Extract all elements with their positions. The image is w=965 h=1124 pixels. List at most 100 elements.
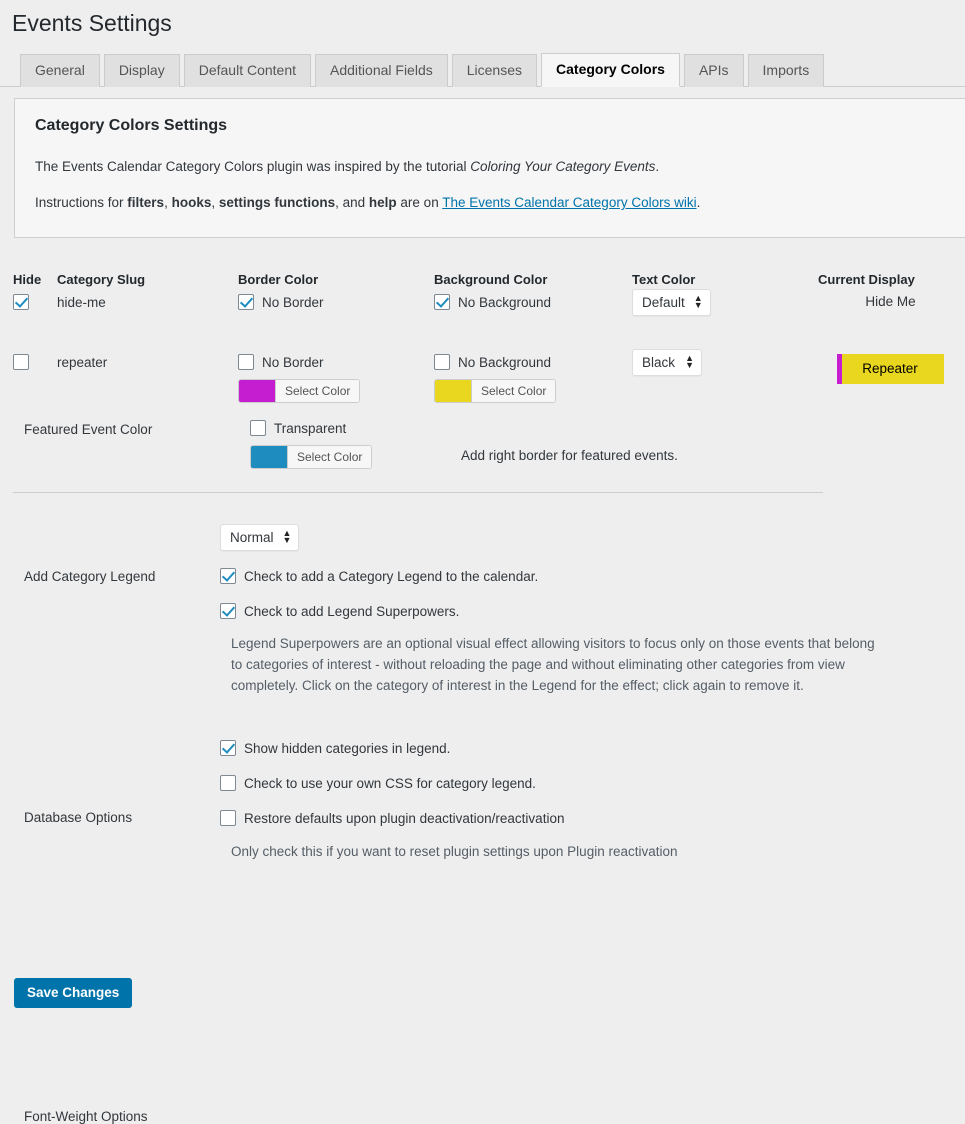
- tab-imports[interactable]: Imports: [747, 53, 825, 87]
- featured-select-color-button[interactable]: Select Color: [287, 445, 372, 468]
- tab-default-content[interactable]: Default Content: [183, 53, 312, 87]
- border-color-picker-button[interactable]: Select Color: [275, 379, 360, 402]
- header-slug: Category Slug: [57, 271, 146, 287]
- superpowers-help-text: Legend Superpowers are an optional visua…: [231, 635, 875, 693]
- no-border-checkbox-row[interactable]: No Border: [238, 293, 428, 311]
- text-color-value: Black: [642, 354, 676, 370]
- text-color-select[interactable]: Default ▲ ▼: [632, 288, 711, 316]
- no-background-label: No Background: [458, 294, 552, 310]
- no-border-checkbox[interactable]: [238, 293, 254, 310]
- featured-transparent-label: Transparent: [274, 420, 347, 436]
- border-color-picker[interactable]: Select Color: [238, 378, 361, 403]
- own-css-label: Check to use your own CSS for category l…: [244, 775, 536, 791]
- settings-tab-bar: General Display Default Content Additional …: [0, 52, 965, 87]
- font-weight-select[interactable]: Normal ▲ ▼: [220, 523, 300, 551]
- info-panel: Category Colors Settings The Events Cale…: [14, 97, 965, 238]
- info-panel-paragraph-2: Instructions for filters, hooks, setting…: [35, 193, 945, 213]
- info-bold-help: help: [368, 195, 397, 211]
- featured-color-picker[interactable]: Select Color: [250, 444, 373, 469]
- header-hide: Hide: [13, 271, 42, 287]
- info-panel-paragraph-1: The Events Calendar Category Colors plug…: [35, 157, 945, 177]
- font-weight-select-wrap: Normal ▲ ▼: [220, 523, 300, 551]
- info-bold-settings-functions: settings functions: [218, 195, 336, 211]
- page-title: Events Settings: [12, 10, 172, 36]
- current-display-text: Hide Me: [865, 293, 916, 309]
- legend-superpowers-checkbox[interactable]: [220, 602, 236, 619]
- lower-options: Font-Weight Options Normal ▲ ▼ Add Catego…: [0, 523, 965, 1124]
- own-css-checkbox[interactable]: [220, 774, 236, 791]
- featured-color-swatch[interactable]: [251, 445, 287, 468]
- tab-display[interactable]: Display: [103, 53, 180, 87]
- category-colors-table: Hide Category Slug Border Color Backgrou…: [0, 272, 965, 414]
- show-hidden-categories-label: Show hidden categories in legend.: [244, 740, 451, 756]
- border-color-picker-swatch[interactable]: [239, 379, 275, 402]
- tab-licenses[interactable]: Licenses: [451, 53, 538, 87]
- featured-note: Add right border for featured events.: [461, 447, 678, 463]
- superpowers-checkbox-row[interactable]: Check to add Legend Superpowers.: [220, 602, 460, 620]
- table-row: hide-me No Border No Background Default ▲ ▼ Hi…: [0, 288, 965, 354]
- tab-additional-fields[interactable]: Additional Fields: [315, 53, 448, 87]
- featured-event-color-control: Transparent Select Color: [250, 419, 373, 471]
- header-display: Current Display: [818, 271, 915, 287]
- section-divider: [13, 491, 823, 493]
- info-tutorial-title: Coloring Your Category Events: [470, 158, 656, 174]
- own-css-checkbox-row[interactable]: Check to use your own CSS for category l…: [220, 774, 536, 792]
- info-text-1a: The Events Calendar Category Colors plug…: [35, 158, 471, 174]
- tab-apis[interactable]: APIs: [683, 53, 744, 87]
- featured-transparent-checkbox[interactable]: [250, 419, 266, 436]
- info-text-2a: Instructions for: [35, 195, 128, 211]
- restore-defaults-help-text: Only check this if you want to reset plu…: [231, 843, 678, 859]
- show-hidden-checkbox-row[interactable]: Show hidden categories in legend.: [220, 739, 451, 757]
- background-color-picker-swatch[interactable]: [435, 379, 471, 402]
- add-legend-checkbox[interactable]: [220, 567, 236, 584]
- wiki-link[interactable]: The Events Calendar Category Colors wiki: [442, 195, 696, 210]
- database-options-label: Database Options: [24, 809, 133, 825]
- add-legend-checkbox-label: Check to add a Category Legend to the ca…: [244, 568, 539, 584]
- select-arrows-icon: ▲ ▼: [282, 528, 292, 546]
- featured-event-color-row: Featured Event Color Transparent Select …: [0, 414, 965, 476]
- select-arrows-icon: ▲ ▼: [685, 353, 694, 371]
- info-bold-hooks: hooks: [171, 195, 212, 211]
- no-border-label: No Border: [262, 354, 324, 370]
- header-border: Border Color: [238, 271, 319, 287]
- background-color-picker[interactable]: Select Color: [434, 378, 557, 403]
- text-color-value: Default: [642, 294, 685, 310]
- hide-checkbox[interactable]: [13, 293, 29, 310]
- featured-transparent-row[interactable]: Transparent: [250, 419, 372, 437]
- category-slug: hide-me: [57, 294, 106, 310]
- select-arrows-icon: ▲ ▼: [693, 293, 703, 311]
- no-background-checkbox[interactable]: [434, 353, 450, 370]
- show-hidden-categories-checkbox[interactable]: [220, 739, 236, 756]
- restore-defaults-checkbox[interactable]: [220, 809, 236, 826]
- tab-general[interactable]: General: [20, 53, 100, 87]
- save-changes-button[interactable]: Save Changes: [14, 978, 133, 1008]
- featured-event-color-label: Featured Event Color: [24, 421, 153, 437]
- no-border-checkbox[interactable]: [238, 353, 254, 370]
- no-background-label: No Background: [458, 354, 552, 370]
- legend-superpowers-checkbox-label: Check to add Legend Superpowers.: [244, 603, 460, 619]
- header-text-color: Text Color: [632, 271, 696, 287]
- category-slug: repeater: [57, 354, 108, 370]
- tab-category-colors[interactable]: Category Colors: [541, 52, 680, 87]
- info-sep-1: ,: [164, 195, 172, 211]
- no-border-checkbox-row[interactable]: No Border: [238, 353, 428, 371]
- no-background-checkbox-row[interactable]: No Background: [434, 293, 624, 311]
- restore-defaults-checkbox-row[interactable]: Restore defaults upon plugin deactivatio…: [220, 809, 565, 827]
- text-color-select[interactable]: Black ▲ ▼: [632, 348, 702, 376]
- no-background-checkbox[interactable]: [434, 293, 450, 310]
- header-background: Background Color: [434, 271, 548, 287]
- info-text-1b: .: [655, 158, 660, 174]
- hide-checkbox[interactable]: [13, 353, 29, 370]
- info-text-2d: .: [696, 195, 701, 211]
- no-border-label: No Border: [262, 294, 324, 310]
- current-display-badge: Repeater: [837, 353, 944, 384]
- info-text-2b: , and: [335, 195, 369, 211]
- no-background-checkbox-row[interactable]: No Background: [434, 353, 624, 371]
- restore-defaults-label: Restore defaults upon plugin deactivatio…: [244, 810, 565, 826]
- add-category-legend-label: Add Category Legend: [24, 568, 156, 584]
- info-panel-heading: Category Colors Settings: [35, 116, 228, 134]
- background-color-picker-button[interactable]: Select Color: [471, 379, 556, 402]
- legend-checkbox-row[interactable]: Check to add a Category Legend to the ca…: [220, 567, 539, 585]
- table-row: repeater No Border Select Color No Backgrou…: [0, 348, 965, 414]
- info-text-2c: are on: [396, 195, 443, 211]
